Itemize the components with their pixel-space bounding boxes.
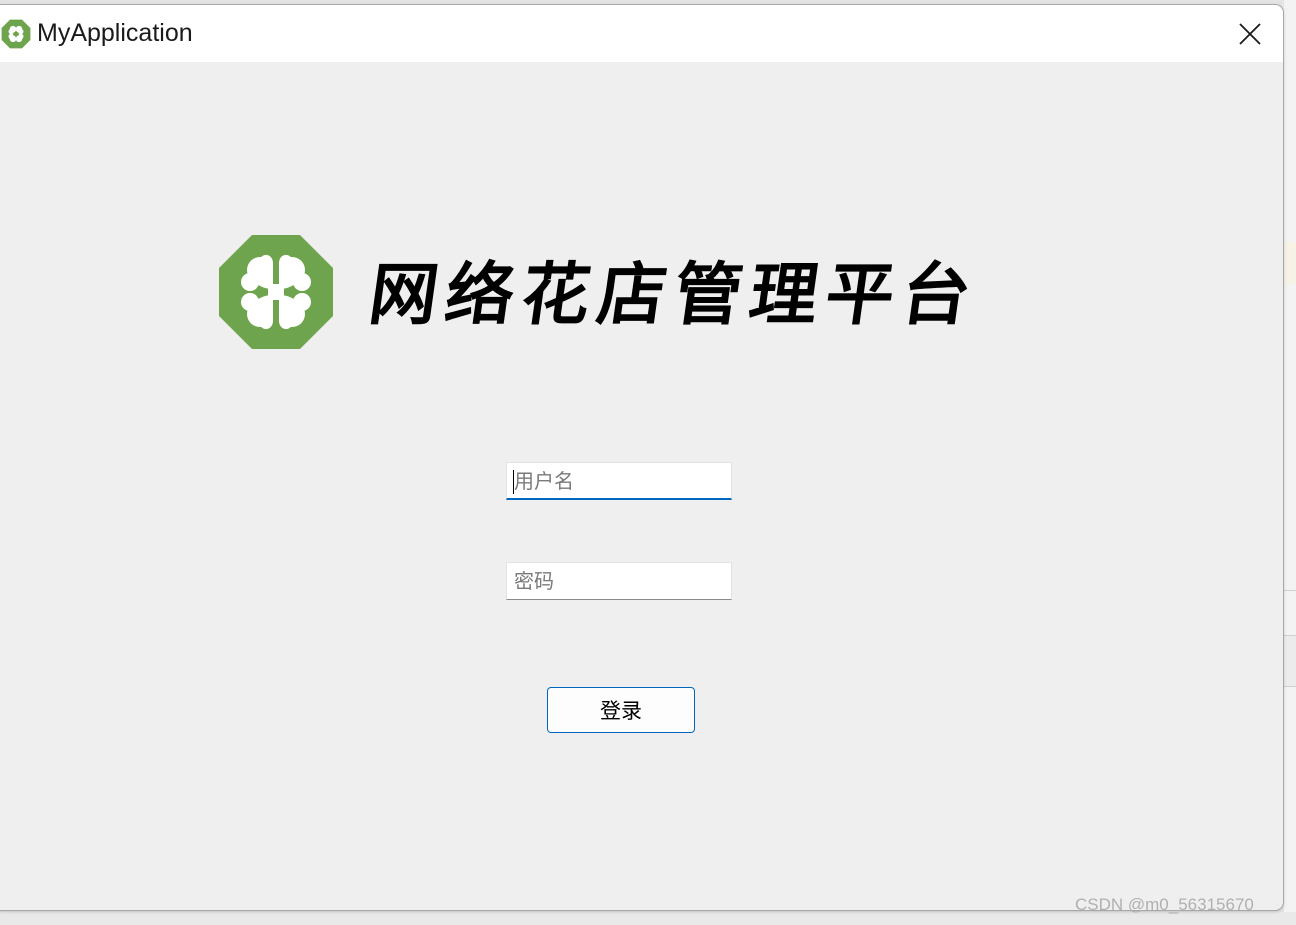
password-field[interactable] bbox=[506, 562, 732, 600]
window-title: MyApplication bbox=[37, 19, 193, 47]
title-bar[interactable]: MyApplication bbox=[0, 5, 1283, 62]
background-window-edge bbox=[1284, 0, 1296, 925]
close-button[interactable] bbox=[1225, 13, 1275, 55]
watermark-text: CSDN @m0_56315670 bbox=[1075, 895, 1254, 914]
password-input[interactable] bbox=[507, 563, 731, 599]
login-button[interactable]: 登录 bbox=[547, 687, 695, 733]
app-window: MyApplication 网络花店管理平台 登录 bbox=[0, 4, 1284, 911]
clover-app-icon bbox=[1, 19, 31, 49]
username-field[interactable] bbox=[506, 462, 732, 500]
close-icon bbox=[1239, 23, 1261, 45]
username-input[interactable] bbox=[507, 463, 731, 498]
clover-logo-icon bbox=[219, 235, 333, 349]
platform-title: 网络花店管理平台 bbox=[364, 255, 984, 335]
text-cursor bbox=[513, 470, 514, 494]
